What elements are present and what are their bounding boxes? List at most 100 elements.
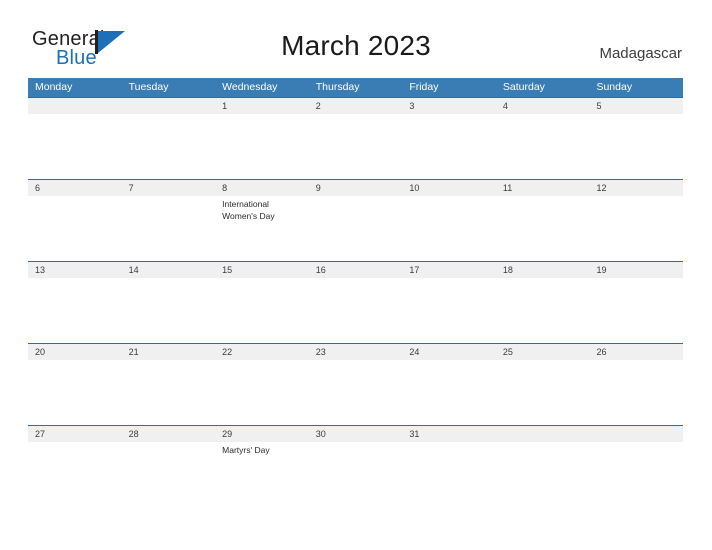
day-cell[interactable]: Martyrs' Day xyxy=(215,442,309,507)
day-cell[interactable] xyxy=(215,360,309,425)
day-number[interactable]: 21 xyxy=(122,344,216,360)
day-number[interactable]: 6 xyxy=(28,180,122,196)
day-number[interactable]: 10 xyxy=(402,180,496,196)
weekday-header-monday: Monday xyxy=(35,81,73,93)
day-number[interactable]: 14 xyxy=(122,262,216,278)
week-event-band: Martyrs' Day xyxy=(28,442,683,507)
day-number[interactable]: 7 xyxy=(122,180,216,196)
day-number[interactable]: 20 xyxy=(28,344,122,360)
day-cell[interactable] xyxy=(402,278,496,343)
calendar-week-row: 6 7 8 9 10 11 12 International Women's Day xyxy=(28,179,683,261)
day-cell[interactable] xyxy=(402,114,496,179)
day-cell[interactable] xyxy=(496,196,590,261)
day-number[interactable]: 4 xyxy=(496,98,590,114)
day-number[interactable]: 24 xyxy=(402,344,496,360)
day-cell[interactable] xyxy=(122,114,216,179)
calendar-weeks: 1 2 3 4 5 6 7 8 9 10 11 12 International Women's Day… xyxy=(28,97,683,507)
day-number[interactable]: 31 xyxy=(402,426,496,442)
day-cell[interactable] xyxy=(402,360,496,425)
day-cell[interactable]: International Women's Day xyxy=(215,196,309,261)
day-number-empty xyxy=(496,426,590,442)
week-event-band: International Women's Day xyxy=(28,196,683,261)
day-number[interactable]: 27 xyxy=(28,426,122,442)
day-number[interactable]: 22 xyxy=(215,344,309,360)
weekday-header-thursday: Thursday xyxy=(315,81,360,93)
calendar-week-row: 27 28 29 30 31 Martyrs' Day xyxy=(28,425,683,507)
day-cell[interactable] xyxy=(215,278,309,343)
day-number[interactable]: 26 xyxy=(589,344,683,360)
day-cell[interactable] xyxy=(28,114,122,179)
day-number[interactable]: 23 xyxy=(309,344,403,360)
day-number-empty xyxy=(122,98,216,114)
week-number-band: 13 14 15 16 17 18 19 xyxy=(28,261,683,278)
day-number[interactable]: 25 xyxy=(496,344,590,360)
day-cell[interactable] xyxy=(589,278,683,343)
day-cell[interactable] xyxy=(496,442,590,507)
day-cell[interactable] xyxy=(589,114,683,179)
day-number[interactable]: 17 xyxy=(402,262,496,278)
day-number[interactable]: 30 xyxy=(309,426,403,442)
weekday-header-sunday: Sunday xyxy=(596,81,633,93)
day-number[interactable]: 16 xyxy=(309,262,403,278)
day-cell[interactable] xyxy=(496,114,590,179)
day-cell[interactable] xyxy=(28,278,122,343)
day-number[interactable]: 15 xyxy=(215,262,309,278)
week-event-band xyxy=(28,114,683,179)
day-number-empty xyxy=(28,98,122,114)
day-number[interactable]: 11 xyxy=(496,180,590,196)
day-cell[interactable] xyxy=(402,196,496,261)
week-number-band: 27 28 29 30 31 xyxy=(28,425,683,442)
day-number[interactable]: 28 xyxy=(122,426,216,442)
day-cell[interactable] xyxy=(122,196,216,261)
calendar-week-row: 12345 xyxy=(28,97,683,179)
day-cell[interactable] xyxy=(215,114,309,179)
week-number-band: 12345 xyxy=(28,97,683,114)
day-cell[interactable] xyxy=(122,360,216,425)
week-number-band: 20 21 22 23 24 25 26 xyxy=(28,343,683,360)
day-number[interactable]: 5 xyxy=(589,98,683,114)
calendar-week-row: 20 21 22 23 24 25 26 xyxy=(28,343,683,425)
page-header: General Blue March 2023 Madagascar xyxy=(0,0,712,78)
day-cell[interactable] xyxy=(122,442,216,507)
calendar-grid: Monday Tuesday Wednesday Thursday Friday Satu… xyxy=(28,78,683,507)
day-number[interactable]: 13 xyxy=(28,262,122,278)
week-number-band: 6 7 8 9 10 11 12 xyxy=(28,179,683,196)
week-event-band xyxy=(28,278,683,343)
day-cell[interactable] xyxy=(28,196,122,261)
day-cell[interactable] xyxy=(28,442,122,507)
weekday-header-tuesday: Tuesday xyxy=(128,81,169,93)
day-number[interactable]: 18 xyxy=(496,262,590,278)
day-number[interactable]: 19 xyxy=(589,262,683,278)
weekday-header-wednesday: Wednesday xyxy=(222,81,278,93)
day-cell[interactable] xyxy=(122,278,216,343)
day-number-empty xyxy=(589,426,683,442)
day-cell[interactable] xyxy=(589,196,683,261)
calendar-week-row: 13 14 15 16 17 18 19 xyxy=(28,261,683,343)
day-cell[interactable] xyxy=(496,278,590,343)
day-cell[interactable] xyxy=(309,114,403,179)
day-cell[interactable] xyxy=(309,278,403,343)
day-cell[interactable] xyxy=(309,196,403,261)
day-cell[interactable] xyxy=(402,442,496,507)
day-number[interactable]: 3 xyxy=(402,98,496,114)
weekday-header-friday: Friday xyxy=(409,81,439,93)
day-number[interactable]: 12 xyxy=(589,180,683,196)
holiday-label: Martyrs' Day xyxy=(222,445,270,455)
weekday-header-saturday: Saturday xyxy=(502,81,545,93)
day-number[interactable]: 8 xyxy=(215,180,309,196)
day-number[interactable]: 2 xyxy=(309,98,403,114)
holiday-label: International Women's Day xyxy=(222,199,275,221)
weekday-header-row: Monday Tuesday Wednesday Thursday Friday Satu… xyxy=(28,78,683,97)
day-cell[interactable] xyxy=(496,360,590,425)
day-number[interactable]: 29 xyxy=(215,426,309,442)
day-cell[interactable] xyxy=(589,360,683,425)
calendar-page: General Blue March 2023 Madagascar Monda… xyxy=(0,0,712,550)
week-event-band xyxy=(28,360,683,425)
day-cell[interactable] xyxy=(309,442,403,507)
day-number[interactable]: 1 xyxy=(215,98,309,114)
day-number[interactable]: 9 xyxy=(309,180,403,196)
day-cell[interactable] xyxy=(589,442,683,507)
country-label: Madagascar xyxy=(599,45,682,62)
day-cell[interactable] xyxy=(309,360,403,425)
day-cell[interactable] xyxy=(28,360,122,425)
